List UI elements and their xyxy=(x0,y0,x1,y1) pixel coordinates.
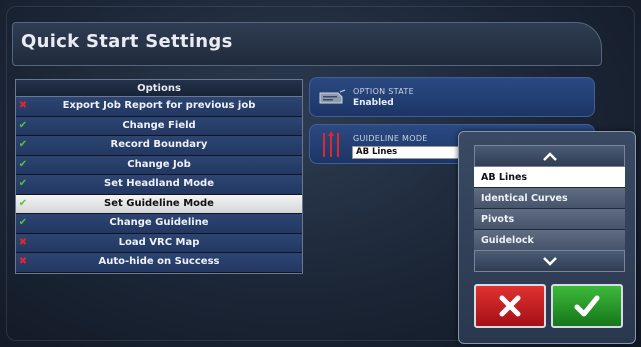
option-row[interactable]: ✔ Change Field xyxy=(16,116,302,136)
page-title: Quick Start Settings xyxy=(21,31,233,52)
option-row[interactable]: ✔ Change Guideline xyxy=(16,214,302,234)
check-icon xyxy=(574,295,600,317)
option-label: Change Job xyxy=(127,158,191,170)
x-icon: ✖ xyxy=(18,236,28,248)
dropdown-item[interactable]: Pivots xyxy=(474,209,625,230)
option-row[interactable]: ✔ Change Job xyxy=(16,155,302,175)
option-state-value: Enabled xyxy=(353,98,394,108)
x-icon xyxy=(499,295,521,317)
x-icon: ✖ xyxy=(18,256,28,267)
scroll-up-button[interactable] xyxy=(474,145,625,167)
option-label: Change Field xyxy=(122,119,196,131)
options-header: Options xyxy=(16,80,302,97)
options-table: Options ✖ Export Job Report for previous … xyxy=(15,79,303,274)
option-row[interactable]: ✔ Set Headland Mode xyxy=(16,175,302,195)
dropdown-item[interactable]: AB Lines xyxy=(474,167,625,188)
document-icon xyxy=(319,89,346,104)
check-icon: ✔ xyxy=(18,178,28,189)
x-icon: ✖ xyxy=(18,100,28,111)
option-label: Set Headland Mode xyxy=(104,178,214,189)
check-icon: ✔ xyxy=(18,197,28,209)
option-row[interactable]: ✖ Auto-hide on Success xyxy=(16,253,302,273)
option-label: Load VRC Map xyxy=(118,236,200,248)
cancel-button[interactable] xyxy=(474,284,546,328)
guideline-mode-label: GUIDELINE MODE xyxy=(353,134,428,143)
option-label: Record Boundary xyxy=(110,139,208,150)
option-state-panel[interactable]: OPTION STATE Enabled xyxy=(309,77,595,117)
dropdown-item[interactable]: Identical Curves xyxy=(474,188,625,209)
option-row[interactable]: ✔ Set Guideline Mode xyxy=(16,194,302,214)
check-icon: ✔ xyxy=(18,119,28,131)
dropdown-list: AB Lines Identical Curves Pivots Guidelock xyxy=(474,167,625,251)
chevron-up-icon xyxy=(542,151,557,161)
option-row[interactable]: ✔ Record Boundary xyxy=(16,136,302,156)
dropdown-item[interactable]: Guidelock xyxy=(474,230,625,251)
option-row[interactable]: ✖ Export Job Report for previous job xyxy=(16,97,302,117)
guidelines-icon xyxy=(323,131,339,157)
confirm-button[interactable] xyxy=(551,284,623,328)
option-label: Export Job Report for previous job xyxy=(62,100,256,111)
option-label: Change Guideline xyxy=(109,217,209,228)
option-state-label: OPTION STATE xyxy=(353,87,414,96)
screen: Quick Start Settings Options ✖ Export Job… xyxy=(0,0,641,347)
scroll-down-button[interactable] xyxy=(474,250,625,272)
option-label: Auto-hide on Success xyxy=(98,256,220,267)
option-label: Set Guideline Mode xyxy=(104,197,214,209)
option-row[interactable]: ✖ Load VRC Map xyxy=(16,233,302,253)
options-list: ✖ Export Job Report for previous job ✔ Chan… xyxy=(16,97,302,273)
check-icon: ✔ xyxy=(18,158,28,170)
check-icon: ✔ xyxy=(18,139,28,150)
guideline-mode-dropdown: AB Lines Identical Curves Pivots Guidelock xyxy=(458,131,636,344)
guideline-mode-select[interactable]: AB Lines xyxy=(352,146,468,159)
check-icon: ✔ xyxy=(18,217,28,228)
chevron-down-icon xyxy=(542,256,557,266)
title-bar: Quick Start Settings xyxy=(12,22,602,66)
